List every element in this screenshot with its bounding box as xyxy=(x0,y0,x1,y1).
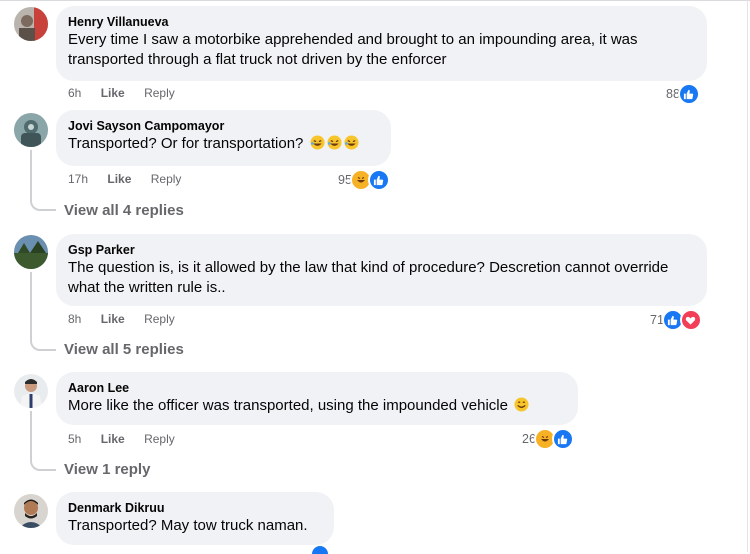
reaction-summary-partial[interactable] xyxy=(312,546,328,554)
rolling-laugh-emoji-icon xyxy=(327,135,342,150)
comment-author[interactable]: Denmark Dikruu xyxy=(68,500,322,516)
reply-thread-line xyxy=(30,150,56,211)
like-reaction-icon xyxy=(677,83,700,105)
like-button[interactable]: Like xyxy=(101,432,125,446)
comment-actions: 17h Like Reply xyxy=(68,172,181,186)
comment-actions: 8h Like Reply xyxy=(68,312,175,326)
comment-author[interactable]: Gsp Parker xyxy=(68,242,695,258)
comment-text: The question is, is it allowed by the la… xyxy=(68,259,669,296)
comment-author[interactable]: Henry Villanueva xyxy=(68,14,695,30)
rolling-laugh-emoji-icon xyxy=(344,135,359,150)
view-replies-link[interactable]: View 1 reply xyxy=(64,461,150,478)
comment-text-body: More like the officer was transported, u… xyxy=(68,397,508,414)
comment-actions: 6h Like Reply xyxy=(68,86,175,100)
comment-bubble: Henry Villanueva Every time I saw a moto… xyxy=(56,6,707,81)
view-replies-link[interactable]: View all 4 replies xyxy=(64,202,184,219)
comment-bubble: Aaron Lee More like the officer was tran… xyxy=(56,372,578,425)
reply-button[interactable]: Reply xyxy=(144,432,175,446)
reply-thread-line xyxy=(30,272,56,351)
avatar[interactable] xyxy=(14,494,48,528)
rolling-laugh-emoji-icon xyxy=(310,135,325,150)
comment-time[interactable]: 17h xyxy=(68,172,88,186)
comment-bubble: Jovi Sayson Campomayor Transported? Or f… xyxy=(56,110,391,166)
comment-time[interactable]: 5h xyxy=(68,432,81,446)
reaction-summary[interactable]: 88 xyxy=(666,83,700,105)
reply-button[interactable]: Reply xyxy=(144,312,175,326)
like-button[interactable]: Like xyxy=(101,312,125,326)
comment-text: Transported? May tow truck naman. xyxy=(68,517,308,534)
comment-text: Every time I saw a motorbike apprehended… xyxy=(68,31,638,68)
comment-time[interactable]: 6h xyxy=(68,86,81,100)
comment-actions: 5h Like Reply xyxy=(68,432,175,446)
reaction-summary[interactable]: 26 xyxy=(522,428,574,450)
comment-text: Transported? Or for transportation? xyxy=(68,134,379,154)
avatar[interactable] xyxy=(14,113,48,147)
reaction-summary[interactable]: 71 xyxy=(650,309,702,331)
avatar[interactable] xyxy=(14,7,48,41)
avatar[interactable] xyxy=(14,235,48,269)
view-replies-link[interactable]: View all 5 replies xyxy=(64,341,184,358)
comment-text-body: Transported? Or for transportation? xyxy=(68,135,304,152)
like-button[interactable]: Like xyxy=(101,86,125,100)
scrollbar-track[interactable] xyxy=(747,0,748,552)
comment-author[interactable]: Aaron Lee xyxy=(68,380,566,396)
comment-text: More like the officer was transported, u… xyxy=(68,396,566,416)
reply-thread-line xyxy=(30,411,56,471)
comment-bubble: Gsp Parker The question is, is it allowe… xyxy=(56,234,707,306)
comment-bubble: Denmark Dikruu Transported? May tow truc… xyxy=(56,492,334,545)
like-reaction-icon xyxy=(367,169,390,191)
comment-time[interactable]: 8h xyxy=(68,312,81,326)
reaction-summary[interactable]: 95 xyxy=(338,169,390,191)
like-button[interactable]: Like xyxy=(107,172,131,186)
reply-button[interactable]: Reply xyxy=(144,86,175,100)
love-reaction-icon xyxy=(679,309,702,331)
comment-author[interactable]: Jovi Sayson Campomayor xyxy=(68,118,379,134)
top-divider xyxy=(0,0,750,1)
like-reaction-icon xyxy=(551,428,574,450)
smile-emoji-icon xyxy=(514,397,529,412)
reply-button[interactable]: Reply xyxy=(151,172,182,186)
avatar[interactable] xyxy=(14,374,48,408)
